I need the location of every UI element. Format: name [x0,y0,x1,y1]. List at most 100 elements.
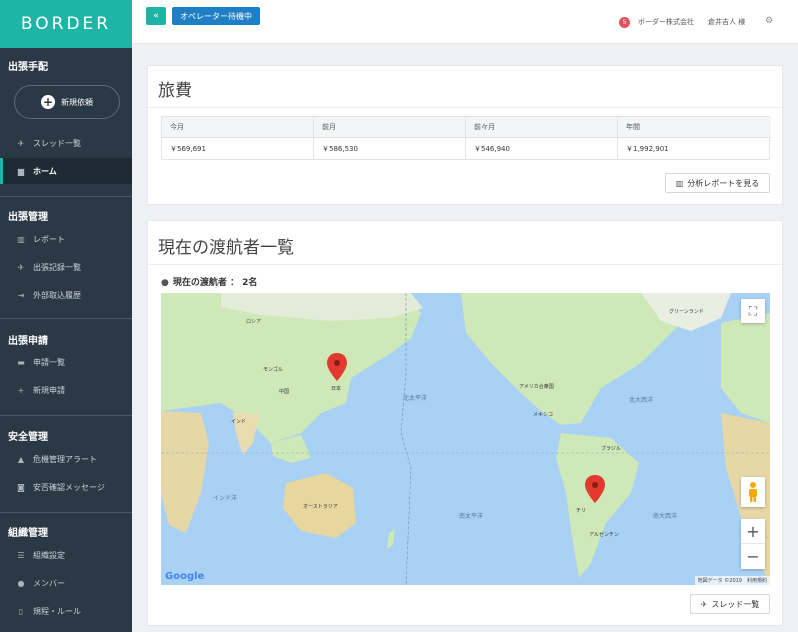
briefcase-icon: ▬ [17,357,25,367]
table-header-last-month: 前月 [314,117,466,138]
new-request-button[interactable]: + 新規依頼 [14,85,120,119]
map-label-australia: オーストラリア [303,504,338,510]
travel-cost-title: 旅費 [148,66,782,108]
warning-icon: ▲ [17,454,25,464]
sidebar-item-import-history[interactable]: ⇥ 外部取込履歴 [0,283,132,307]
traveler-count: ● 現在の渡航者 ： 2名 [161,275,257,288]
sidebar-section-title: 組織管理 [8,528,48,539]
map-attribution[interactable]: 地図データ ©2019 利用規約 [694,576,770,585]
sidebar-item-new-application[interactable]: + 新規申請 [0,378,132,402]
notification-badge[interactable]: 5 [619,17,630,28]
sidebar-section-travel-application: 出張申請 [0,332,132,347]
bar-chart-icon: ▥ [675,178,684,188]
sidebar-item-label: スレッド一覧 [33,138,81,148]
map-label-argentina: アルゼンチン [589,532,619,538]
travelers-card: 現在の渡航者一覧 ● 現在の渡航者 ： 2名 ロシア モンゴル 中国 日本 イン… [147,220,783,626]
fullscreen-button[interactable]: ⛶ [741,299,765,323]
sidebar-item-crisis-alert[interactable]: ▲ 危機管理アラート [0,447,132,471]
sidebar-item-safety-message[interactable]: ◙ 安否確認メッセージ [0,475,132,499]
sidebar-section-travel-arrange: 出張手配 [0,58,132,73]
map-label-chile: チリ [576,508,587,514]
app-logo[interactable]: BORDER [0,0,132,48]
file-icon: ▯ [18,606,24,616]
map-label-south-pacific: 南太平洋 [459,513,484,520]
sidebar-item-label: 外部取込履歴 [33,290,81,300]
map-canvas [161,293,770,585]
sign-in-icon: ⇥ [17,290,25,300]
sidebar-item-label: 申請一覧 [33,357,65,367]
table-cell-two-months-ago: ￥546,940 [466,138,618,159]
divider [0,415,132,416]
plane-icon: ✈ [17,262,25,272]
table-header-two-months-ago: 前々月 [466,117,618,138]
map-label-russia: ロシア [246,319,262,325]
sidebar-item-rules[interactable]: ▯ 規程・ルール [0,599,132,623]
plus-icon: + [17,385,25,395]
fullscreen-icon: ⛶ [748,303,758,318]
map-label-india: インド [231,419,247,425]
table-cell-last-month: ￥586,530 [314,138,466,159]
sidebar-group-4: ▬ 申請一覧 + 新規申請 [0,350,132,402]
sidebar-item-label: 危機管理アラート [33,454,97,464]
sidebar-item-label: 規程・ルール [33,606,81,616]
map-label-china: 中国 [279,389,290,395]
zoom-out-button[interactable]: − [741,544,765,568]
sidebar-item-label: 出張記録一覧 [33,262,81,272]
map-label-north-atlantic: 北大西洋 [629,397,654,404]
zoom-controls: + − [741,519,765,569]
sidebar-item-application-list[interactable]: ▬ 申請一覧 [0,350,132,374]
divider [0,512,132,513]
analysis-report-label: 分析レポートを見る [687,178,760,188]
new-request-label: 新規依頼 [61,97,93,107]
pegman-icon [749,482,757,502]
divider [0,196,132,197]
sidebar-item-label: 組織設定 [33,550,65,560]
operator-status-badge[interactable]: オペレーター待機中 [172,7,260,25]
company-name: ボーダー株式会社 [638,18,694,26]
analysis-report-button[interactable]: ▥ 分析レポートを見る [665,173,770,193]
street-view-pegman[interactable] [741,477,765,507]
bar-chart-icon: ▥ [17,234,25,244]
zoom-in-button[interactable]: + [741,520,765,544]
map-label-japan: 日本 [331,386,342,392]
plane-icon: ✈ [17,138,25,148]
table-header-this-month: 今月 [162,117,314,138]
sidebar: BORDER 出張手配 + 新規依頼 ✈ スレッド一覧 ▆ ホーム 出張管理 ▥ レポ… [0,0,132,632]
travel-cost-card: 旅費 今月 前月 前々月 年間 ￥569,691 ￥586,530 ￥546,9… [147,65,783,205]
sidebar-item-members[interactable]: ● メンバー [0,571,132,595]
world-map[interactable]: ロシア モンゴル 中国 日本 インド オーストラリア アメリカ合衆国 メキシコ … [161,293,770,585]
sidebar-item-home[interactable]: ▆ ホーム [0,158,132,184]
sidebar-item-label: 新規申請 [33,385,65,395]
map-label-north-pacific: 北太平洋 [403,395,428,402]
sidebar-item-report[interactable]: ▥ レポート [0,227,132,251]
sidebar-section-title: 安全管理 [8,432,48,443]
comments-icon: ◙ [17,482,25,492]
traveler-count-label: 現在の渡航者 ： 2名 [172,278,258,288]
sidebar-section-safety: 安全管理 [0,428,132,443]
user-name[interactable]: 倉井吉人 様 [708,17,745,27]
sidebar-item-label: 安否確認メッセージ [33,482,105,492]
travel-cost-table: 今月 前月 前々月 年間 ￥569,691 ￥586,530 ￥546,940 … [161,116,771,160]
sidebar-item-label: レポート [33,234,65,244]
sidebar-group-5: ▲ 危機管理アラート ◙ 安否確認メッセージ [0,447,132,499]
google-logo-text: Google [165,571,205,582]
gear-icon[interactable]: ⚙ [765,16,773,26]
car-icon: ▆ [17,166,25,176]
thread-list-label: スレッド一覧 [711,599,760,609]
thread-list-button[interactable]: ✈ スレッド一覧 [690,594,770,614]
sidebar-section-title: 出張申請 [8,336,48,347]
map-label-indian-ocean: インド洋 [213,495,238,502]
sliders-icon: ☰ [17,550,25,560]
sidebar-item-travel-records[interactable]: ✈ 出張記録一覧 [0,255,132,279]
table-cell-annual: ￥1,992,901 [626,144,669,153]
sidebar-item-thread-list[interactable]: ✈ スレッド一覧 [0,131,132,155]
sidebar-group-6: ☰ 組織設定 ● メンバー ▯ 規程・ルール [0,543,132,623]
plane-icon: ✈ [700,599,708,609]
sidebar-item-org-settings[interactable]: ☰ 組織設定 [0,543,132,567]
map-label-usa: アメリカ合衆国 [519,384,554,390]
top-bar: « オペレーター待機中 5 ボーダー株式会社 倉井吉人 様 ⚙ [132,0,798,44]
sidebar-collapse-button[interactable]: « [146,7,166,25]
map-label-south-atlantic: 南大西洋 [653,513,678,520]
travelers-title: 現在の渡航者一覧 [148,221,782,265]
table-header-annual: 年間 [618,117,771,138]
